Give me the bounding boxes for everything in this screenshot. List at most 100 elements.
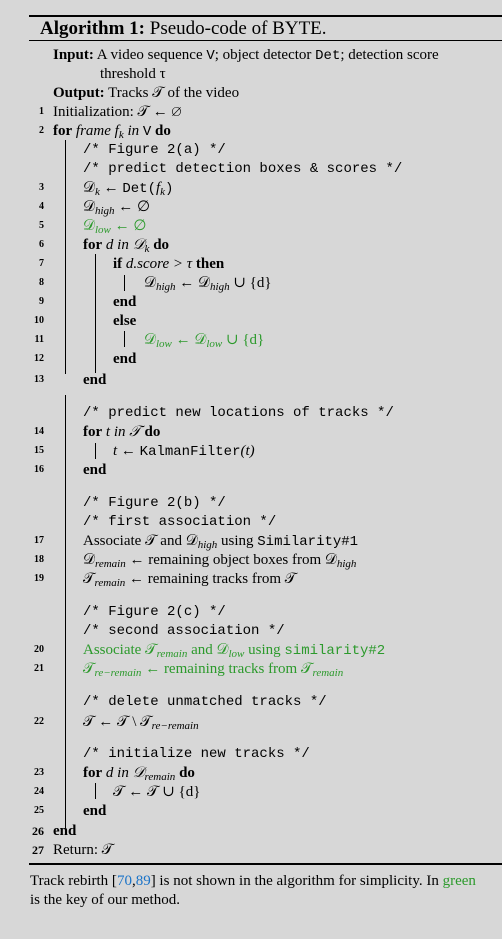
keyword-do: do [144, 424, 161, 440]
citation-link[interactable]: 70 [117, 873, 132, 889]
input-label: Input: [53, 47, 94, 63]
t-symbol: 𝒯 [83, 661, 95, 677]
assign-d: ← 𝒟 [171, 332, 207, 348]
caption-line-1: Track rebirth [70,89] is not shown in th… [30, 872, 476, 890]
loop-var: d in 𝒟 [102, 237, 145, 253]
d-symbol: 𝒟 [144, 332, 156, 348]
step-for-remaining: for d in 𝒟remain do [83, 764, 195, 783]
d-subscript: remain [94, 558, 126, 570]
step-return: Return: 𝒯 [53, 842, 114, 858]
t-subscript: re−remain [94, 667, 142, 679]
loop-var: d in 𝒟 [102, 765, 145, 781]
line-number: 8 [39, 277, 44, 288]
d-subscript-2: low [206, 338, 223, 350]
associate-text: Associate 𝒯 [83, 642, 157, 658]
comment-predict-detection: /* predict detection boxes & scores */ [83, 161, 403, 177]
input-text-b: ; object detector [214, 47, 316, 63]
kalman-function: KalmanFilter [139, 444, 241, 460]
line-number: 10 [34, 315, 44, 326]
step-for-frame: for frame fk in V do [53, 122, 171, 141]
comment-initialize-tracks: /* initialize new tracks */ [83, 746, 310, 762]
step-detect: 𝒟k ← Det(fk) [83, 179, 173, 198]
comment-figure-2b: /* Figure 2(b) */ [83, 495, 226, 511]
keyword-for: for [83, 765, 103, 781]
line-number: 18 [34, 554, 44, 565]
loop-guide-outer-2 [65, 395, 66, 835]
step-re-remaining-tracks: 𝒯re−remain ← remaining tracks from 𝒯rema… [83, 660, 343, 679]
comment-first-association: /* first association */ [83, 514, 277, 530]
keyword-end: end [113, 294, 137, 310]
step-d-high-init: 𝒟high ← ∅ [83, 198, 151, 217]
d-subscript: high [94, 205, 115, 217]
line-number: 25 [34, 805, 44, 816]
keyword-then: then [195, 256, 225, 272]
algorithm-title-text: Pseudo-code of BYTE. [149, 18, 327, 39]
d-subscript: low [94, 224, 111, 236]
kalman-argument: (t) [240, 443, 255, 459]
assign-d: ← 𝒟 [175, 275, 211, 291]
loop-guide-outer [65, 140, 66, 374]
loop-var: t in 𝒯 [102, 424, 145, 440]
remaining-tracks-text: ← remaining tracks from 𝒯 [141, 661, 313, 677]
caption-line-2: is the key of our method. [30, 892, 180, 908]
for-tracks-guide [95, 443, 96, 459]
comment-delete-unmatched: /* delete unmatched tracks */ [83, 694, 327, 710]
assign-empty: ← ∅ [114, 199, 151, 215]
comment-figure-2a: /* Figure 2(a) */ [83, 142, 226, 158]
union-d: ∪ {d} [222, 332, 265, 348]
line-number: 1 [39, 106, 44, 117]
step-for-tracks: for t in 𝒯 do [83, 423, 160, 441]
d-symbol: 𝒟 [83, 199, 95, 215]
step-first-association: Associate 𝒯 and 𝒟high using Similarity#1 [83, 532, 358, 551]
if-guide [124, 275, 125, 291]
input-video-symbol: V [206, 48, 215, 64]
det-function: Det( [122, 181, 156, 197]
keyword-do: do [175, 765, 195, 781]
caption-green-word: green [442, 873, 476, 889]
keyword-end: end [83, 372, 107, 388]
line-number: 5 [39, 220, 44, 231]
line-number: 26 [32, 824, 44, 838]
line-number: 11 [34, 334, 44, 345]
comment-figure-2c: /* Figure 2(c) */ [83, 604, 226, 620]
output-line: Output: Tracks 𝒯 of the video [53, 84, 239, 102]
associate-text: Associate 𝒯 and 𝒟 [83, 533, 198, 549]
t-subscript: remain [94, 577, 126, 589]
input-detector-symbol: Det [315, 48, 341, 64]
keyword-if: if [113, 256, 123, 272]
step-add-track: 𝒯 ← 𝒯 ∪ {d} [113, 784, 201, 800]
line-number: 16 [34, 464, 44, 475]
score-condition: d.score > τ [122, 256, 196, 272]
d-subscript: k [144, 243, 150, 255]
citation-link[interactable]: 89 [136, 873, 151, 889]
d-subscript-2: high [336, 558, 357, 570]
line-number: 21 [34, 663, 44, 674]
line-number: 7 [39, 258, 44, 269]
t-assign: t ← [113, 443, 140, 459]
line-number: 12 [34, 353, 44, 364]
output-label: Output: [53, 85, 105, 101]
keyword-end: end [83, 462, 107, 478]
d-symbol: 𝒟 [144, 275, 156, 291]
d-symbol: 𝒟 [83, 218, 95, 234]
d-symbol: 𝒟 [83, 180, 95, 196]
line-number: 15 [34, 445, 44, 456]
title-rule [29, 40, 502, 41]
det-close-paren: ) [165, 181, 174, 197]
step-for-detections: for d in 𝒟k do [83, 236, 169, 255]
similarity-2: similarity#2 [284, 643, 386, 659]
keyword-for: for [83, 237, 103, 253]
similarity-1: Similarity#1 [257, 534, 359, 550]
comment-second-association: /* second association */ [83, 623, 285, 639]
step-if-score: if d.score > τ then [113, 255, 224, 273]
line-number: 27 [32, 843, 44, 857]
line-number: 19 [34, 573, 44, 584]
step-initialization: Initialization: 𝒯 ← ∅ [53, 104, 182, 120]
using-word: using [217, 533, 258, 549]
line-number: 9 [39, 296, 44, 307]
line-number: 22 [34, 716, 44, 727]
delete-expression: 𝒯 ← 𝒯 \ 𝒯 [83, 714, 152, 730]
comment-predict-locations: /* predict new locations of tracks */ [83, 405, 394, 421]
in-word: in [123, 123, 143, 139]
input-line-2: threshold τ [100, 66, 166, 82]
